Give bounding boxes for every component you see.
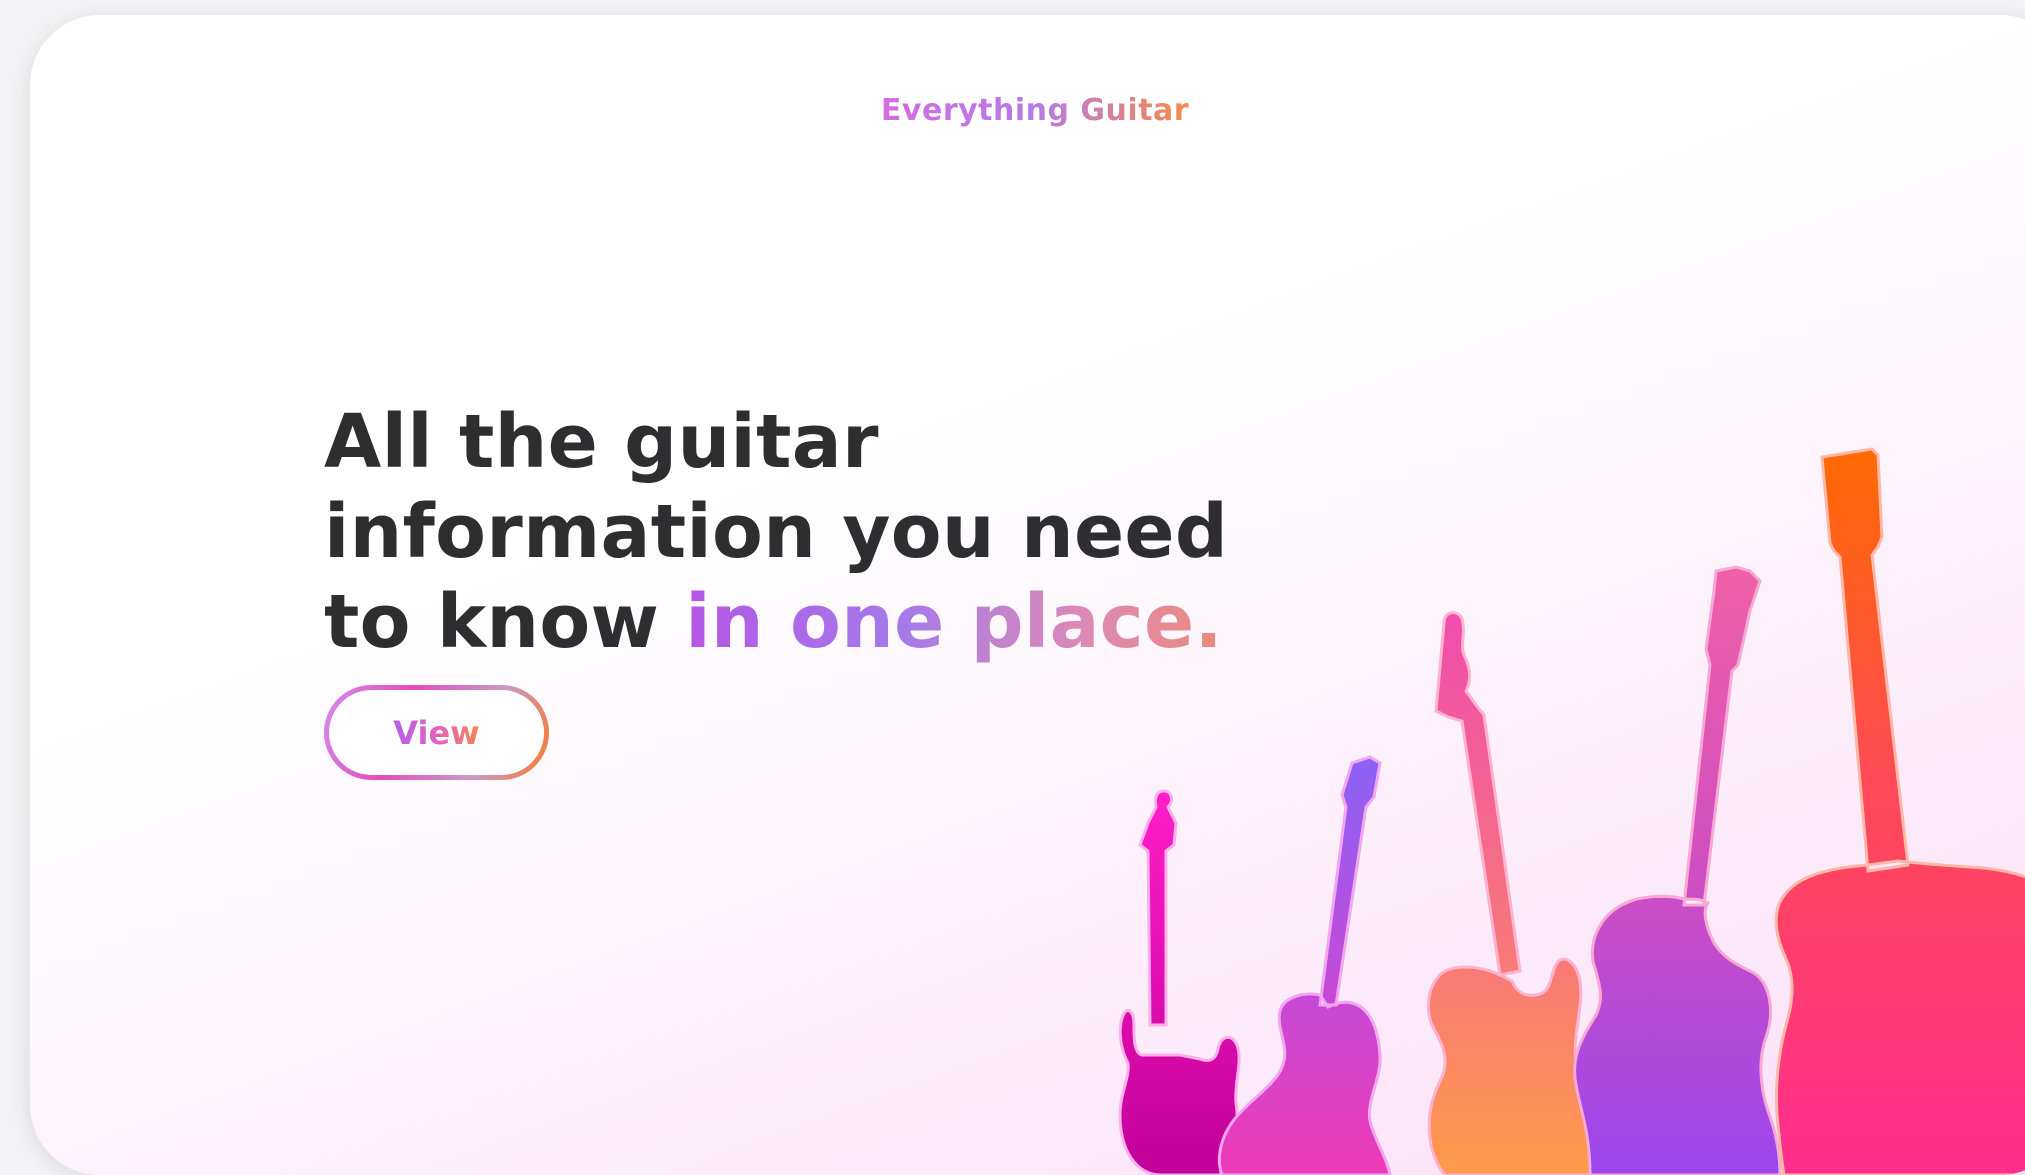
dreadnought-guitar-icon <box>1774 447 2025 1175</box>
electric-guitar-icon <box>1118 789 1241 1175</box>
headline-line-1: All the guitar <box>324 399 879 485</box>
view-button[interactable]: View <box>324 685 549 780</box>
hero-card: Everything Guitar All the guitar informa… <box>30 15 2025 1175</box>
brand-logo[interactable]: Everything Guitar <box>30 93 2025 128</box>
telecaster-guitar-icon <box>1427 611 1625 1175</box>
view-button-inner[interactable]: View <box>329 690 544 775</box>
view-button-label[interactable]: View <box>393 714 479 752</box>
semi-hollow-guitar-icon <box>1573 565 1782 1175</box>
headline-line-2: information you need <box>324 489 1229 575</box>
acoustic-guitar-icon <box>1217 755 1392 1175</box>
headline-line-3: to know in one place. <box>324 577 1224 667</box>
headline-accent: in one place. <box>685 579 1223 665</box>
brand-title[interactable]: Everything Guitar <box>881 93 1189 128</box>
headline-line-3-prefix: to know <box>324 579 686 665</box>
hero-headline: All the guitar information you need to k… <box>324 397 1229 667</box>
